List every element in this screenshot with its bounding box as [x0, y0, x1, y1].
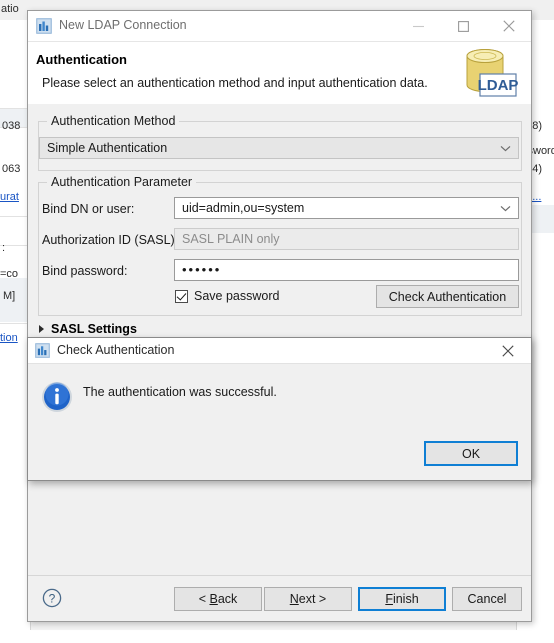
check-authentication-dialog: Check Authentication The authentication … — [27, 337, 532, 481]
bind-dn-value: uid=admin,ou=system — [182, 201, 305, 215]
chevron-down-icon — [500, 198, 511, 218]
background-text-fragment[interactable]: tion — [0, 332, 18, 344]
background-text-fragment: M] — [3, 290, 16, 302]
svg-text:?: ? — [49, 592, 56, 606]
svg-text:LDAP: LDAP — [478, 77, 519, 94]
background-text-fragment: =co — [0, 268, 19, 280]
ok-button-label: OK — [461, 446, 481, 461]
chevron-right-icon — [39, 325, 44, 333]
dialog-title: New LDAP Connection — [59, 18, 187, 32]
close-icon[interactable] — [486, 11, 531, 41]
page-title: Authentication — [36, 52, 127, 67]
background-divider — [0, 216, 30, 217]
window-controls — [396, 11, 531, 41]
help-icon[interactable]: ? — [42, 588, 62, 608]
authentication-method-group-title: Authentication Method — [47, 114, 180, 128]
authentication-parameter-group-title: Authentication Parameter — [47, 175, 197, 189]
dialog-footer: ? < Back Next > Finish Cancel — [28, 575, 531, 621]
authorization-id-label: Authorization ID (SASL): — [42, 233, 179, 247]
finish-button-label: Finish — [385, 592, 419, 606]
dialog-header: Authentication Please select an authenti… — [28, 42, 531, 105]
bind-dn-combo[interactable]: uid=admin,ou=system — [174, 197, 519, 219]
next-button-label: Next > — [289, 592, 327, 606]
back-mnemonic: B — [209, 592, 218, 606]
authentication-method-value: Simple Authentication — [47, 141, 168, 155]
cancel-button-label: Cancel — [467, 592, 507, 606]
authorization-id-placeholder: SASL PLAIN only — [182, 232, 280, 246]
save-password-checkbox[interactable]: Save password — [175, 289, 279, 303]
message-dialog-title: Check Authentication — [57, 343, 175, 357]
cancel-button[interactable]: Cancel — [452, 587, 522, 611]
check-authentication-button[interactable]: Check Authentication — [376, 285, 519, 308]
next-button[interactable]: Next > — [264, 587, 352, 611]
back-button[interactable]: < Back — [174, 587, 262, 611]
ok-button[interactable]: OK — [424, 441, 518, 466]
next-mnemonic: N — [289, 592, 299, 606]
screen: atio 038063urat:=coM]tion 088)ssword464)… — [0, 0, 554, 643]
authorization-id-input[interactable]: SASL PLAIN only — [174, 228, 519, 250]
ldap-connection-icon — [35, 343, 50, 358]
finish-button[interactable]: Finish — [358, 587, 446, 611]
maximize-icon[interactable] — [441, 11, 486, 41]
background-text-fragment[interactable]: urat — [0, 191, 19, 203]
message-dialog-title-bar[interactable]: Check Authentication — [28, 338, 531, 364]
close-icon[interactable] — [491, 338, 525, 363]
sasl-settings-label: SASL Settings — [51, 322, 137, 336]
save-password-label: Save password — [194, 289, 280, 303]
background-text-fragment: : — [2, 242, 6, 254]
dialog-title-bar[interactable]: New LDAP Connection — [28, 11, 531, 42]
chevron-down-icon — [500, 138, 511, 158]
bind-password-label: Bind password: — [42, 264, 128, 278]
bind-password-value: •••••• — [182, 262, 222, 277]
page-subtitle: Please select an authentication method a… — [42, 76, 428, 90]
new-ldap-connection-dialog: New LDAP Connection Authentication Pleas… — [27, 10, 532, 622]
ldap-database-icon: LDAP — [455, 43, 519, 101]
message-dialog-text: The authentication was successful. — [83, 385, 277, 399]
bind-dn-label: Bind DN or user: — [42, 202, 135, 216]
checkbox-box — [175, 289, 188, 303]
background-divider — [0, 323, 30, 324]
sasl-settings-section[interactable]: SASL Settings — [39, 322, 137, 336]
authentication-method-combo[interactable]: Simple Authentication — [39, 137, 519, 159]
minimize-icon[interactable] — [396, 11, 441, 41]
ldap-connection-icon — [36, 18, 52, 34]
info-icon — [41, 381, 73, 413]
back-button-label: < Back — [198, 592, 238, 606]
background-text-fragment: 063 — [2, 163, 21, 175]
finish-mnemonic: F — [385, 592, 393, 606]
check-authentication-label: Check Authentication — [388, 289, 507, 304]
bind-password-input[interactable]: •••••• — [174, 259, 519, 281]
background-tab-label: atio — [1, 3, 19, 15]
background-text-fragment: 038 — [2, 120, 21, 132]
